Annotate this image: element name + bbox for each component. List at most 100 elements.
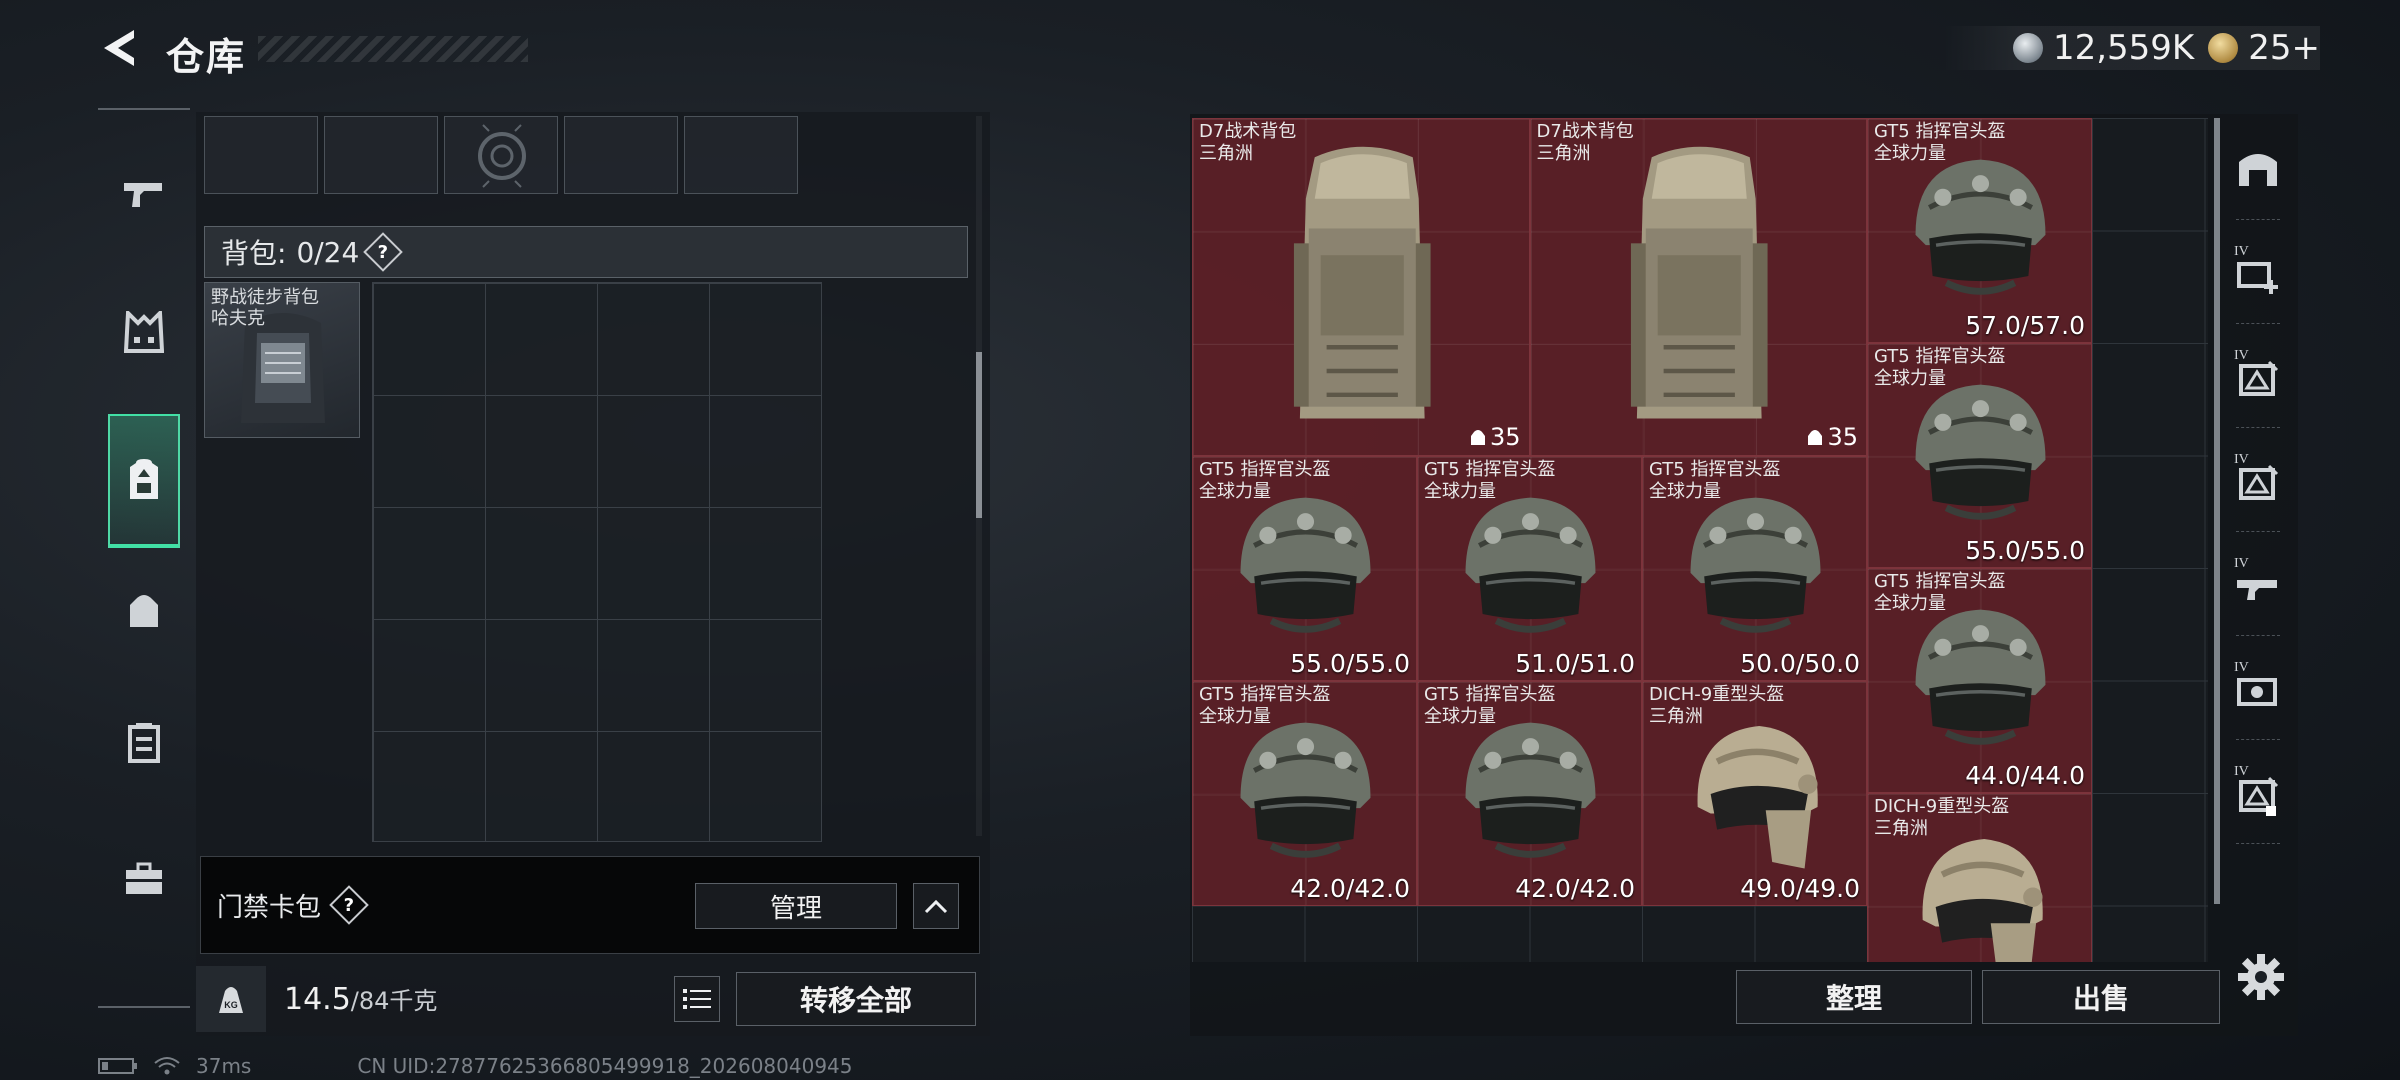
backpack-help-icon[interactable]: ? [363,232,404,272]
equipment-slot[interactable] [324,116,438,194]
durability-readout: 55.0/55.0 [1965,536,2085,565]
backpack-grid[interactable] [372,282,822,842]
item-name-block: DICH-9重型头盔 三角洲 [1874,796,2009,840]
transfer-all-button[interactable]: 转移全部 [736,972,976,1026]
item-name-block: GT5 指挥官头盔 全球力量 [1424,684,1555,728]
weight-icon: KG [196,966,266,1032]
collapse-button[interactable] [913,883,959,929]
equipped-backpack-item[interactable]: 野战徒步背包 哈夫克 [204,282,360,438]
backpack-scrollbar-thumb[interactable] [976,352,982,518]
item-name: GT5 指挥官头盔 [1874,571,2006,592]
item-brand: 三角洲 [1536,143,1591,164]
arch-icon [2239,154,2277,186]
sort-button[interactable]: 整理 [1736,970,1972,1024]
stash-add-tab[interactable]: IV [2222,224,2294,324]
currency-bar: 12,559K 25+ [1942,26,2320,70]
tier-badge: IV [2234,348,2249,363]
durability-readout: 44.0/44.0 [1965,761,2085,790]
weight-capacity: /84千克 [350,987,438,1015]
item-name-block: GT5 指挥官头盔 全球力量 [1424,459,1555,503]
keycard-help-icon[interactable]: ? [329,885,369,925]
chest-rig-tab[interactable] [108,698,180,788]
stash-home-tab[interactable] [2222,120,2294,220]
stash-item[interactable]: GT5 指挥官头盔 全球力量 44.0/44.0 [1867,568,2092,793]
item-name: GT5 指挥官头盔 [1649,458,1781,480]
tactical-backpack-image [1293,146,1431,419]
durability-readout: 49.0/49.0 [1740,873,1860,903]
equipment-slot[interactable] [684,116,798,194]
silver-amount: 12,559K [2052,28,2195,68]
silver-coin-icon [2012,33,2043,63]
item-name: GT5 指挥官头盔 [1199,458,1331,480]
gear-icon[interactable] [2236,952,2286,1002]
commander-helmet-image [1465,497,1596,633]
item-brand: 三角洲 [1649,705,1703,727]
commander-helmet-image [1240,722,1371,858]
backpack-capacity-icon [1808,429,1823,445]
manage-button[interactable]: 管理 [695,883,897,929]
pistol-icon [124,183,162,207]
stash-page-5-tab[interactable]: IV [2222,640,2294,740]
equipment-slot[interactable] [204,116,318,194]
stash-item[interactable]: DICH-9重型头盔 三角洲 49.0/49.0 [1642,680,1867,906]
durability-readout: 42.0/42.0 [1515,873,1635,903]
item-brand: 全球力量 [1424,480,1496,502]
commander-helmet-image [1690,497,1821,633]
bag-tab[interactable] [108,566,180,656]
equipment-slot[interactable] [564,116,678,194]
item-name: GT5 指挥官头盔 [1424,458,1556,480]
commander-helmet-image [1915,159,2046,295]
container-brand: 哈夫克 [211,308,265,329]
status-bar: 37ms CN UID:27877625366805499918_2026080… [98,1054,853,1078]
stash-item[interactable]: GT5 指挥官头盔 全球力量 51.0/51.0 [1417,455,1642,681]
tier-badge: IV [2234,764,2249,779]
case-tab[interactable] [108,834,180,924]
commander-helmet-image [1915,609,2046,745]
gold-coin-icon [2208,33,2239,63]
list-view-button[interactable] [674,976,720,1022]
commander-helmet-image [1465,722,1596,858]
keycard-label: 门禁卡包 [217,892,322,923]
stash-scrollbar-thumb[interactable] [2214,118,2220,904]
durability-readout: 57.0/57.0 [1965,311,2085,340]
backpack-capacity-icon [1470,429,1485,445]
current-weight: 14.5 [284,982,351,1017]
item-name: DICH-9重型头盔 [1649,683,1785,705]
item-brand: 三角洲 [1199,143,1253,164]
backpack-storage-tab[interactable] [108,414,180,548]
item-name-block: DICH-9重型头盔 三角洲 [1649,684,1784,728]
stash-item[interactable]: D7战术背包 三角洲 35 [1529,118,1867,456]
stash-item[interactable]: DICH-9重型头盔 三角洲 [1867,793,2092,962]
stash-item[interactable]: GT5 指挥官头盔 全球力量 55.0/55.0 [1192,455,1417,681]
sell-button[interactable]: 出售 [1982,970,2220,1024]
wifi-icon [154,1057,180,1075]
stash-item[interactable]: D7战术背包 三角洲 35 [1192,118,1530,456]
stash-page-6-tab[interactable]: IV [2222,744,2294,844]
stash-item[interactable]: GT5 指挥官头盔 全球力量 42.0/42.0 [1417,680,1642,906]
weight-unit-label: KG [224,1000,238,1010]
stash-page-2-tab[interactable]: IV [2222,328,2294,428]
stash-item[interactable]: GT5 指挥官头盔 全球力量 42.0/42.0 [1192,680,1417,906]
title-decoration [258,36,528,62]
item-name-block: D7战术背包 三角洲 [1199,121,1296,165]
item-name-block: GT5 指挥官头盔 全球力量 [1199,459,1330,503]
weapon-tab[interactable] [108,150,180,240]
stash-item[interactable]: GT5 指挥官头盔 全球力量 55.0/55.0 [1867,343,2092,568]
tier-badge: IV [2234,452,2249,467]
stash-grid[interactable]: D7战术背包 三角洲 35 D7战术背包 三角洲 35 GT5 指挥官头盔 全球 [1192,118,2208,962]
list-icon [683,989,711,1009]
stash-item[interactable]: GT5 指挥官头盔 全球力量 57.0/57.0 [1867,118,2092,343]
chest-rig-icon [128,723,160,763]
tactical-backpack-image [1630,146,1768,419]
stash-page-3-tab[interactable]: IV [2222,432,2294,532]
backpack-capacity-bar: 背包: 0/24 ? [204,226,968,278]
item-brand: 全球力量 [1649,480,1721,502]
item-name-block: GT5 指挥官头盔 全球力量 [1649,459,1780,503]
equipment-slot[interactable] [444,116,558,194]
stash-page-4-tab[interactable]: IV [2222,536,2294,636]
armor-tab[interactable] [108,288,180,378]
back-arrow-icon[interactable] [96,24,144,72]
item-brand: 全球力量 [1874,368,1946,389]
tier-badge: IV [2234,244,2249,259]
stash-item[interactable]: GT5 指挥官头盔 全球力量 50.0/50.0 [1642,455,1867,681]
